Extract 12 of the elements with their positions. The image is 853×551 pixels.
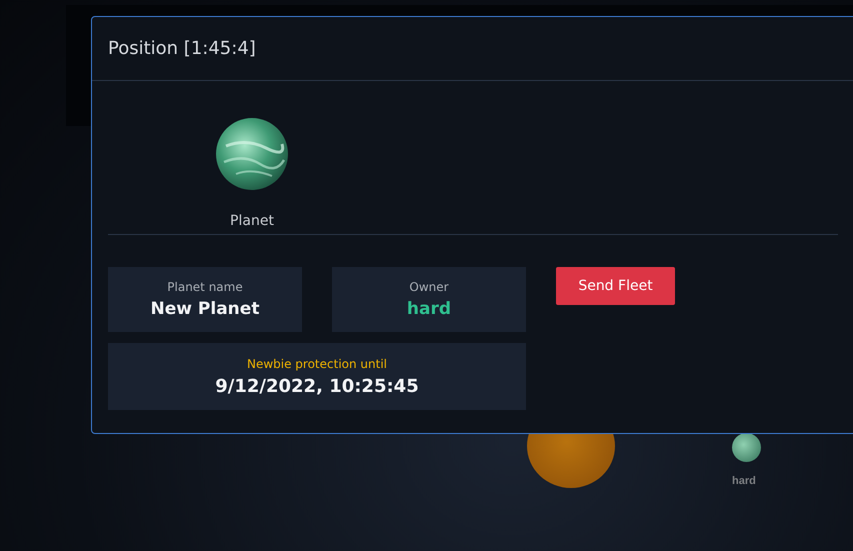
- send-fleet-button[interactable]: Send Fleet: [556, 267, 675, 305]
- object-type-label: Planet: [230, 213, 274, 229]
- field-label: Owner: [409, 280, 449, 294]
- field-value: hard: [406, 299, 452, 319]
- planet-icon: [216, 118, 288, 190]
- field-value: New Planet: [150, 299, 260, 319]
- field-value: 9/12/2022, 10:25:45: [215, 376, 419, 396]
- dialog-title: Position [1:45:4]: [108, 38, 256, 59]
- field-label: Newbie protection until: [246, 356, 388, 370]
- field-label: Planet name: [167, 280, 243, 294]
- planet-drawing[interactable]: [732, 433, 761, 462]
- planet-owner-label: hard: [732, 475, 756, 487]
